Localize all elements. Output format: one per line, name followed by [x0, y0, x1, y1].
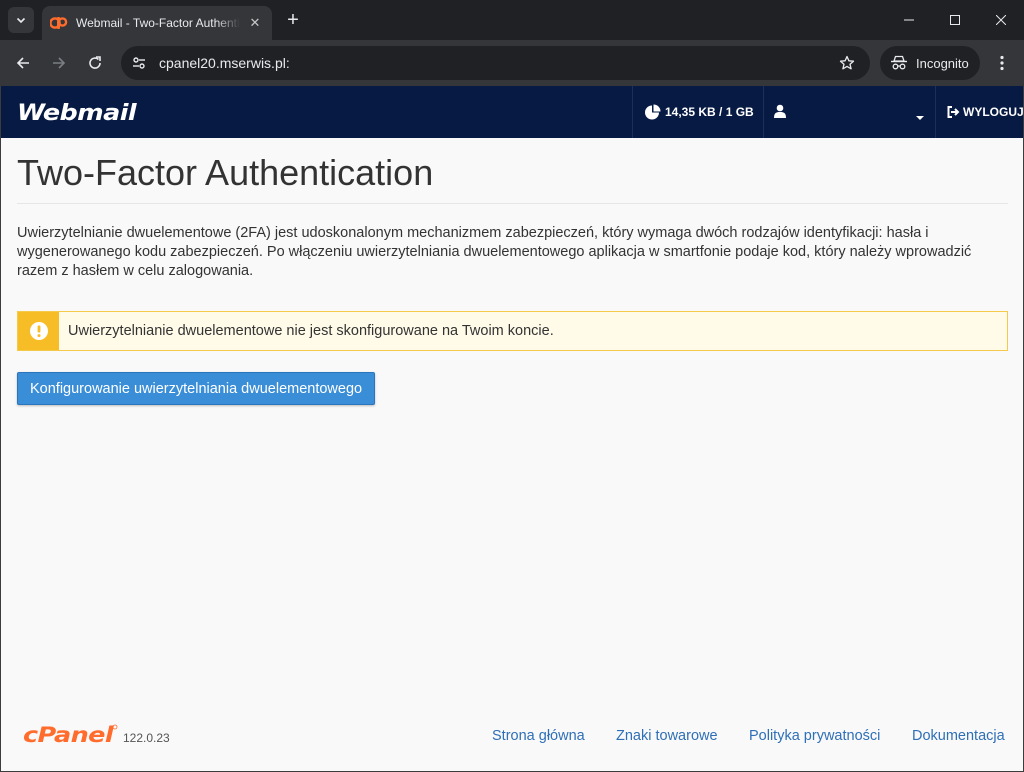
minimize-button[interactable]: [886, 0, 932, 40]
forward-button[interactable]: [45, 49, 73, 77]
sign-out-icon: [946, 105, 960, 119]
kebab-icon: [1000, 55, 1004, 71]
alert-message: Uwierzytelnianie dwuelementowe nie jest …: [68, 323, 554, 339]
chevron-down-icon: [16, 17, 26, 24]
page-viewport: Webmail 14,35 KB / 1 GB WYLOGUJ Two-Fact…: [0, 86, 1024, 772]
webmail-logo-text: Webmail: [17, 101, 137, 126]
pie-chart-icon: [644, 104, 661, 121]
webmail-header: Webmail 14,35 KB / 1 GB WYLOGUJ: [1, 86, 1024, 138]
exclamation-icon: [29, 322, 48, 340]
caret-down-icon: [915, 108, 925, 126]
arrow-right-icon: [53, 57, 66, 69]
footer-link-home[interactable]: Strona główna: [492, 728, 585, 744]
bookmark-star-icon[interactable]: [832, 48, 862, 78]
maximize-icon: [950, 15, 960, 25]
tab-title: Webmail - Two-Factor Authentication: [76, 16, 240, 30]
maximize-button[interactable]: [932, 0, 978, 40]
header-divider: [763, 86, 764, 138]
logout-link[interactable]: WYLOGUJ: [946, 86, 1024, 138]
browser-tab-active[interactable]: Webmail - Two-Factor Authentication ✕: [42, 6, 272, 40]
user-menu[interactable]: [765, 86, 935, 138]
page-title: Two-Factor Authentication: [17, 153, 1008, 204]
warning-alert: Uwierzytelnianie dwuelementowe nie jest …: [17, 311, 1008, 351]
reload-button[interactable]: [81, 49, 109, 77]
footer: cPanel 122.0.23 Strona główna Znaki towa…: [1, 720, 1023, 752]
cpanel-logo[interactable]: cPanel: [23, 722, 118, 753]
cpanel-favicon-icon: [50, 14, 68, 32]
incognito-icon: [891, 55, 907, 70]
arrow-left-icon: [16, 57, 29, 69]
configure-2fa-button[interactable]: Konfigurowanie uwierzytelniania dwueleme…: [17, 372, 376, 405]
browser-tabstrip: Webmail - Two-Factor Authentication ✕ +: [0, 0, 1024, 40]
browser-toolbar: cpanel20.mserwis.pl: Incognito: [0, 40, 1024, 86]
close-icon: [996, 15, 1006, 25]
back-button[interactable]: [9, 49, 37, 77]
header-divider: [935, 86, 936, 138]
intro-text: Uwierzytelnianie dwuelementowe (2FA) jes…: [17, 225, 972, 279]
address-bar[interactable]: cpanel20.mserwis.pl:: [121, 46, 870, 80]
browser-menu-button[interactable]: [990, 49, 1014, 77]
address-url[interactable]: cpanel20.mserwis.pl:: [159, 55, 832, 71]
main-content: Two-Factor Authentication Uwierzytelnian…: [17, 138, 1008, 405]
reload-icon: [89, 56, 101, 69]
incognito-indicator[interactable]: Incognito: [880, 46, 980, 80]
footer-link-documentation[interactable]: Dokumentacja: [912, 728, 1005, 744]
close-window-button[interactable]: [978, 0, 1024, 40]
quota-text: 14,35 KB / 1 GB: [665, 105, 754, 119]
version-text: 122.0.23: [123, 731, 170, 745]
tab-search-button[interactable]: [8, 7, 34, 33]
cpanel-logo-text: cPanel: [23, 723, 115, 747]
tab-close-icon[interactable]: ✕: [246, 14, 264, 32]
new-tab-button[interactable]: +: [282, 9, 304, 31]
webmail-logo[interactable]: Webmail: [16, 98, 138, 131]
footer-link-privacy[interactable]: Polityka prywatności: [749, 728, 880, 744]
minimize-icon: [904, 19, 914, 21]
header-divider: [632, 86, 633, 138]
footer-link-trademarks[interactable]: Znaki towarowe: [616, 728, 718, 744]
disk-quota[interactable]: 14,35 KB / 1 GB: [644, 86, 754, 138]
alert-icon-box: [18, 312, 59, 350]
user-icon: [773, 104, 787, 123]
site-info-icon[interactable]: [124, 48, 154, 78]
incognito-label: Incognito: [916, 55, 969, 71]
logout-label: WYLOGUJ: [963, 105, 1024, 119]
